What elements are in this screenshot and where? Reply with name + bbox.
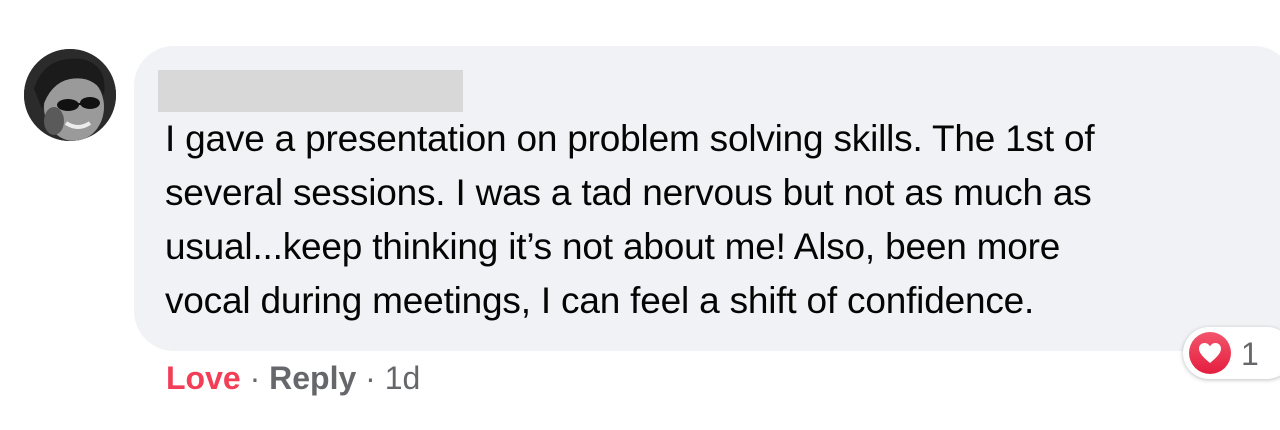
separator: · [365, 360, 376, 396]
heart-icon [1189, 332, 1231, 374]
love-button[interactable]: Love [166, 360, 241, 396]
comment: I gave a presentation on problem solving… [0, 0, 1280, 430]
separator: · [249, 360, 261, 396]
avatar[interactable] [24, 49, 116, 141]
comment-text: I gave a presentation on problem solving… [165, 118, 1095, 321]
reaction-summary[interactable]: 1 [1183, 327, 1280, 379]
commenter-name-redacted[interactable] [158, 70, 463, 112]
timestamp[interactable]: 1d [385, 360, 421, 396]
avatar-photo-icon [24, 49, 116, 141]
reaction-count: 1 [1241, 336, 1259, 372]
comment-actions: Love · Reply · 1d [166, 356, 420, 400]
reply-button[interactable]: Reply [269, 360, 356, 396]
